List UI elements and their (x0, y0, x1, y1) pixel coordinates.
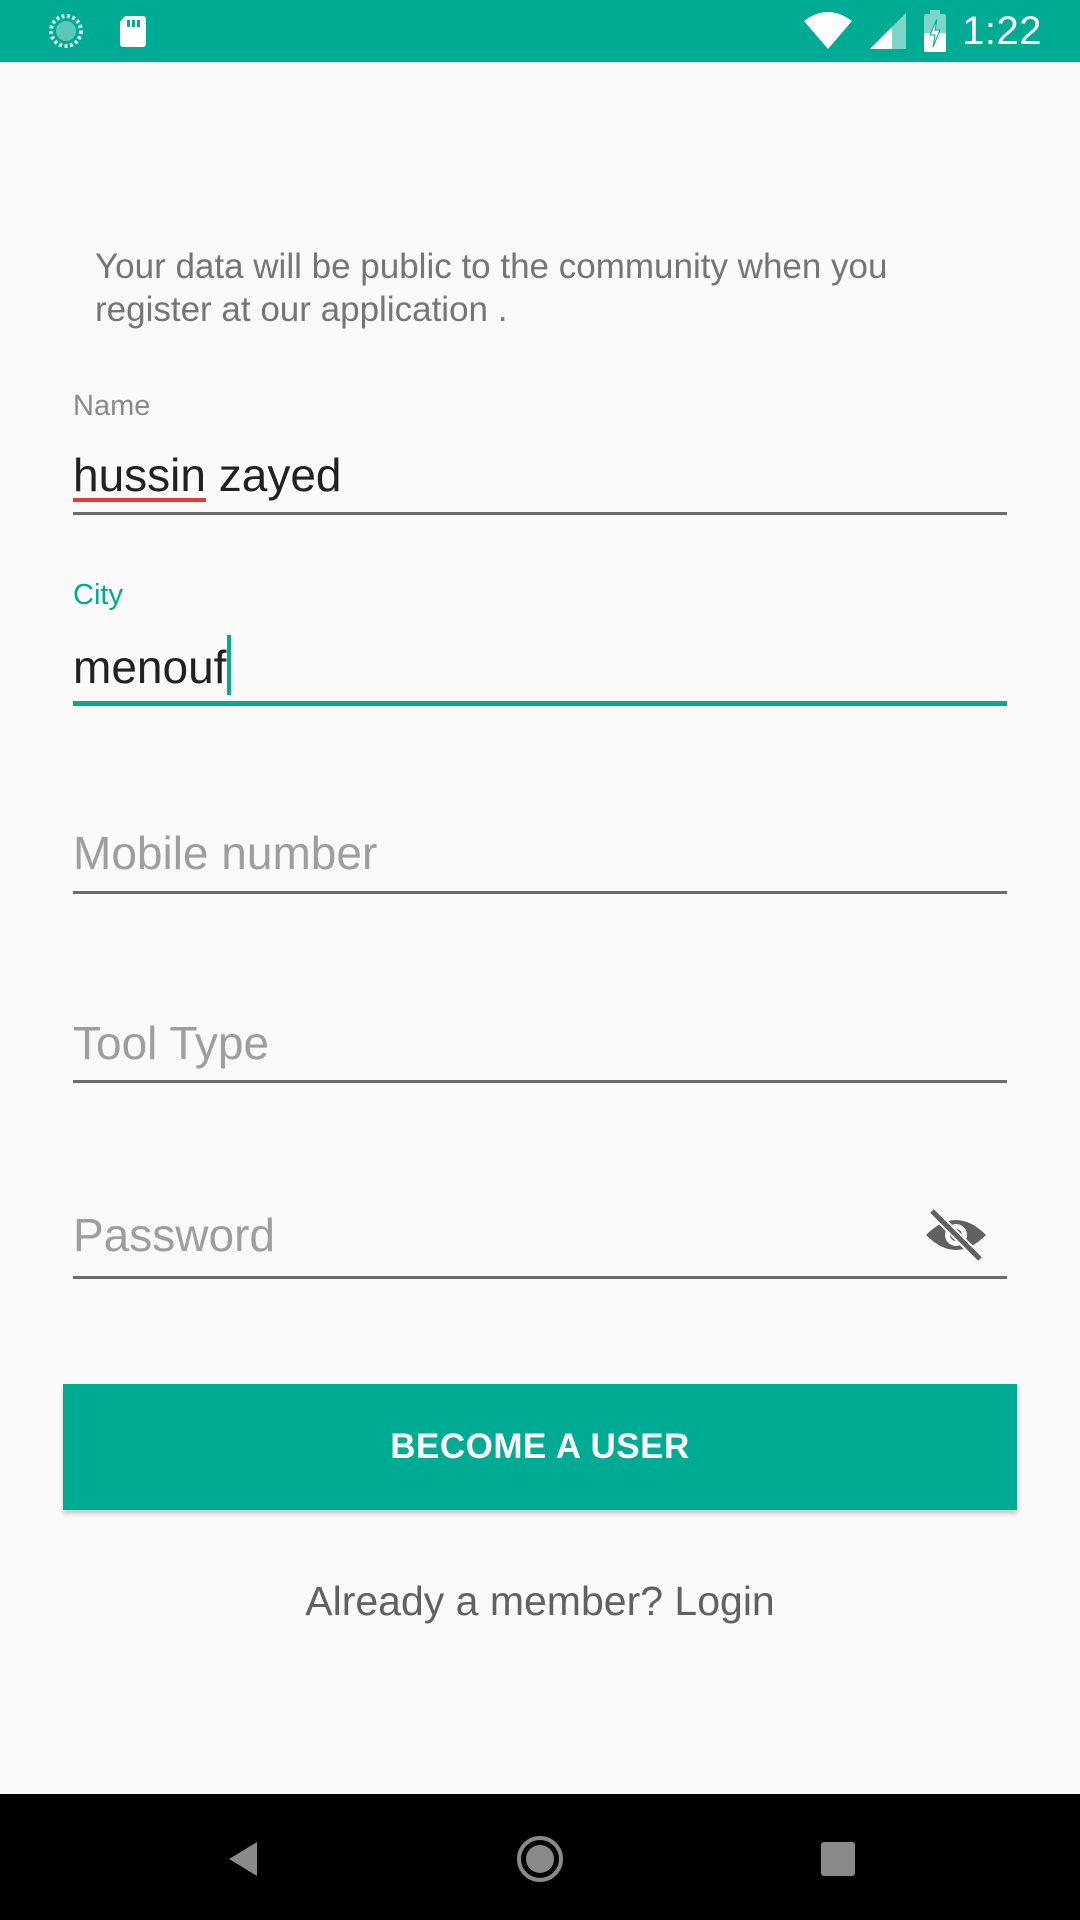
city-label: City (73, 579, 123, 611)
login-link[interactable]: Already a member? Login (0, 1578, 1080, 1625)
navigation-bar (0, 1794, 1080, 1920)
home-icon[interactable] (505, 1824, 575, 1894)
misspelled-word: hussin (73, 449, 206, 502)
cell-signal-icon (870, 13, 907, 49)
city-input[interactable]: menouf (73, 635, 232, 695)
become-a-user-button[interactable]: BECOME A USER (63, 1384, 1017, 1510)
eye-off-icon[interactable] (924, 1207, 988, 1263)
password-underline (73, 1276, 1007, 1279)
name-label: Name (73, 390, 151, 422)
mobile-input[interactable]: Mobile number (73, 826, 377, 880)
name-field[interactable]: Name hussin zayed (73, 390, 1007, 520)
city-underline (73, 701, 1007, 706)
password-input[interactable]: Password (73, 1208, 275, 1262)
tool-type-input[interactable]: Tool Type (73, 1016, 269, 1070)
sd-card-icon (120, 16, 146, 47)
status-time: 1:22 (962, 8, 1042, 53)
loading-spinner-icon (49, 14, 83, 48)
status-bar: 1:22 (0, 0, 1080, 62)
back-icon[interactable] (207, 1824, 277, 1894)
city-field[interactable]: City menouf (73, 579, 1007, 709)
name-input[interactable]: hussin zayed (73, 448, 342, 502)
name-value-rest: zayed (205, 449, 342, 501)
wifi-icon (804, 12, 853, 49)
status-bar-right: 1:22 (802, 0, 1042, 62)
tool-type-underline (73, 1080, 1007, 1083)
tool-type-field[interactable]: Tool Type (73, 1010, 1007, 1090)
recents-icon[interactable] (803, 1824, 873, 1894)
city-value: menouf (73, 641, 227, 693)
mobile-field[interactable]: Mobile number (73, 820, 1007, 900)
text-cursor (227, 635, 232, 695)
name-underline (73, 512, 1007, 515)
mobile-underline (73, 891, 1007, 894)
password-field[interactable]: Password (73, 1202, 1007, 1282)
battery-charging-icon (924, 10, 947, 52)
intro-text: Your data will be public to the communit… (95, 247, 888, 329)
